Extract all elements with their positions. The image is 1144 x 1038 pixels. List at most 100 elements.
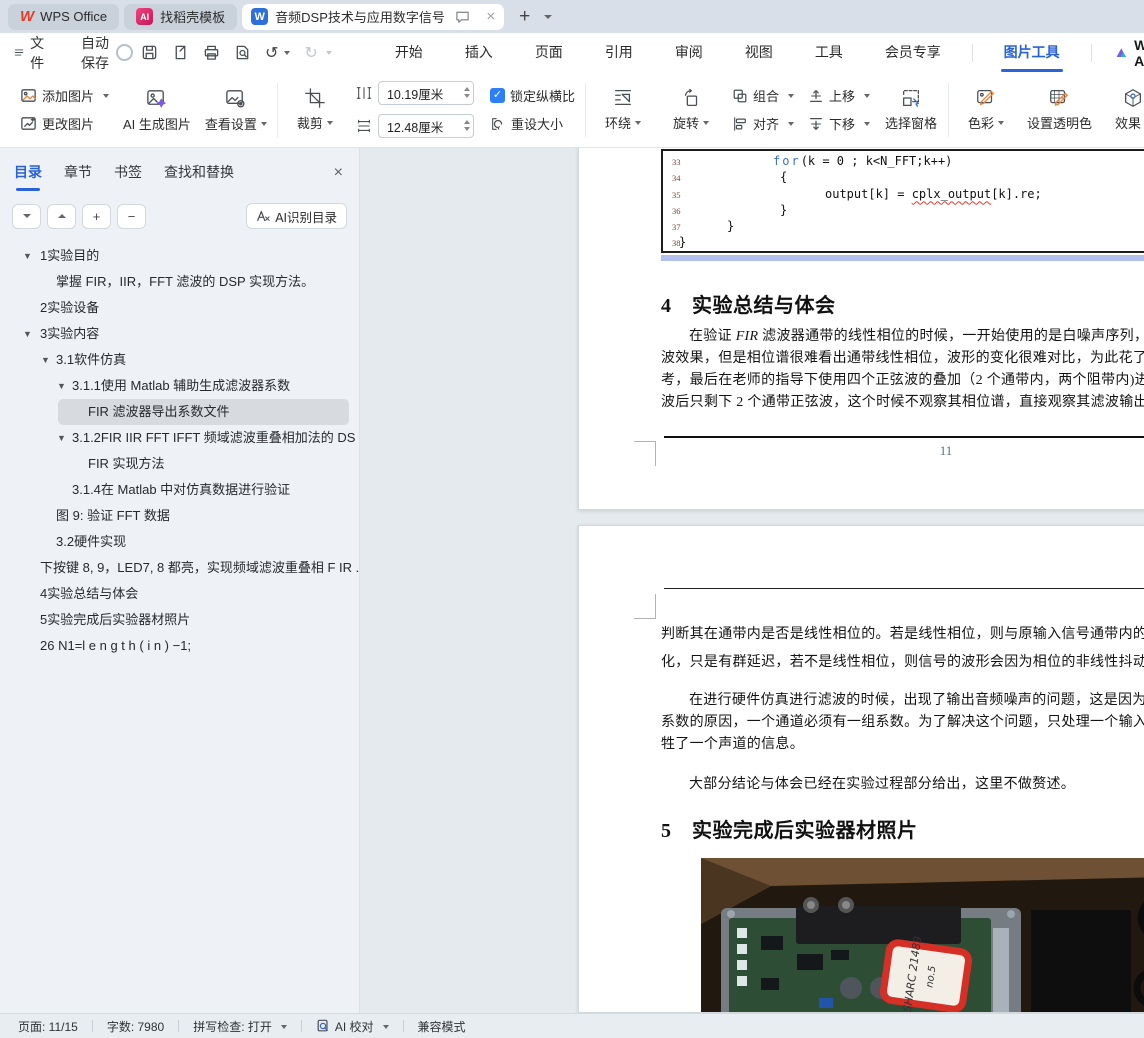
- sidebar-tab-find-replace[interactable]: 查找和替换: [164, 162, 234, 191]
- export-icon[interactable]: [172, 44, 189, 61]
- toc-item[interactable]: 4实验总结与体会: [0, 581, 359, 607]
- sidebar-tab-chapters[interactable]: 章节: [64, 162, 92, 191]
- undo-dropdown-icon[interactable]: [284, 51, 291, 58]
- page-indicator[interactable]: 页面: 11/15: [18, 1018, 78, 1035]
- paragraph-line: 考，最后在老师的指导下使用四个正弦波的叠加（2 个通带内，两个阻带内)进行仿: [661, 373, 1144, 388]
- toc-item[interactable]: 图 9: 验证 FFT 数据: [0, 503, 359, 529]
- file-menu-button[interactable]: 文件: [14, 33, 49, 73]
- spell-check-dropdown-icon: [280, 1024, 287, 1032]
- menu-tools[interactable]: 工具: [794, 33, 864, 72]
- comment-bubble-icon[interactable]: [455, 9, 470, 24]
- toc-item[interactable]: 3.1.4在 Matlab 中对仿真数据进行验证: [0, 477, 359, 503]
- align-icon: [734, 116, 746, 131]
- align-button[interactable]: 对齐: [732, 114, 794, 133]
- width-stepper[interactable]: [463, 116, 476, 136]
- menu-picture-tools[interactable]: 图片工具: [983, 33, 1081, 72]
- view-settings-button[interactable]: 查看设置: [205, 87, 267, 133]
- ai-recognize-toc-button[interactable]: AI识别目录: [246, 203, 347, 229]
- toc-item[interactable]: ▼ 3.1.2FIR IIR FFT IFFT 频域滤波重叠相加法的 DS ...: [0, 425, 359, 451]
- paragraph-line: 系数的原因，一个通道必须有一组系数。为了解决这个问题，只处理一个输入声道，将结: [661, 715, 1144, 730]
- toc-item[interactable]: ▼ 3实验内容: [0, 321, 359, 347]
- tab-list-dropdown-icon[interactable]: [544, 14, 553, 23]
- toc-item[interactable]: FIR 实现方法: [0, 451, 359, 477]
- group-divider: [584, 82, 586, 137]
- new-tab-button[interactable]: +: [519, 6, 530, 28]
- toc-item-selected[interactable]: FIR 滤波器导出系数文件: [58, 399, 349, 425]
- toc-collapse-button[interactable]: [47, 203, 76, 229]
- collapse-triangle-icon[interactable]: ▼: [23, 321, 32, 347]
- document-canvas[interactable]: 33 for(k = 0 ; k<N_FFT;k++) 34{ 35 output[…: [360, 148, 1144, 1013]
- toc-item[interactable]: 26 N1=l e n g t h ( i n ) −1;: [0, 633, 359, 659]
- tab-docer[interactable]: AI 找稻壳模板: [124, 3, 238, 30]
- word-count[interactable]: 字数: 7980: [107, 1018, 164, 1035]
- menu-member[interactable]: 会员专享: [864, 33, 962, 72]
- equipment-photo[interactable]: SHARC 21489 no.5: [701, 858, 1144, 1013]
- code-image[interactable]: 33 for(k = 0 ; k<N_FFT;k++) 34{ 35 output[…: [661, 149, 1144, 253]
- menu-reference[interactable]: 引用: [584, 33, 654, 72]
- lock-aspect-checkbox[interactable]: ✓ 锁定纵横比: [489, 86, 575, 105]
- menu-wps-ai[interactable]: WPS AI: [1101, 37, 1144, 69]
- redo-dropdown-icon[interactable]: [325, 51, 332, 58]
- document-page-12[interactable]: 判断其在通带内是否是线性相位的。若是线性相位，则与原输入信号通带内的信号对比 化…: [578, 525, 1144, 1013]
- menu-insert[interactable]: 插入: [444, 33, 514, 72]
- tab-wps-home[interactable]: W WPS Office: [8, 3, 120, 30]
- wrap-button[interactable]: 环绕: [596, 87, 650, 132]
- ai-generate-picture-button[interactable]: AI 生成图片: [123, 87, 191, 133]
- color-button[interactable]: 色彩: [959, 87, 1013, 132]
- selection-pane-icon: [903, 90, 919, 107]
- toc-item[interactable]: ▼ 3.1.1使用 Matlab 辅助生成滤波器系数: [0, 373, 359, 399]
- toc-item[interactable]: 掌握 FIR，IIR，FFT 滤波的 DSP 实现方法。: [0, 269, 359, 295]
- toc-item[interactable]: 3.2硬件实现: [0, 529, 359, 555]
- group-divider: [276, 82, 278, 137]
- menu-page[interactable]: 页面: [514, 33, 584, 72]
- toc-zoom-out-button[interactable]: −: [117, 203, 146, 229]
- group-objects-button[interactable]: 组合: [732, 86, 794, 105]
- menu-start[interactable]: 开始: [374, 33, 444, 72]
- tab-document-active[interactable]: W 音频DSP技术与应用数字信号… ×: [242, 3, 505, 30]
- set-transparent-color-button[interactable]: 设置透明色: [1027, 87, 1092, 132]
- undo-icon[interactable]: ↺: [265, 43, 278, 63]
- add-picture-button[interactable]: 添加图片: [20, 86, 110, 105]
- collapse-triangle-icon[interactable]: ▼: [23, 243, 32, 269]
- divider: [300, 1020, 302, 1032]
- toc-item[interactable]: 5实验完成后实验器材照片: [0, 607, 359, 633]
- save-icon[interactable]: [141, 44, 158, 61]
- page-number: 11: [939, 443, 953, 458]
- rotate-button[interactable]: 旋转: [664, 87, 718, 132]
- collapse-triangle-icon[interactable]: ▼: [57, 425, 66, 451]
- ai-proofread-control[interactable]: AI 校对: [316, 1018, 389, 1035]
- menu-view[interactable]: 视图: [724, 33, 794, 72]
- spell-check-control[interactable]: 拼写检查: 打开: [193, 1018, 287, 1035]
- height-input[interactable]: [377, 81, 474, 105]
- send-backward-button[interactable]: 下移: [808, 114, 870, 133]
- close-tab-icon[interactable]: ×: [486, 8, 495, 25]
- toc-expand-button[interactable]: [12, 203, 41, 229]
- width-input[interactable]: [377, 114, 474, 138]
- sidebar-tab-bookmarks[interactable]: 书签: [114, 162, 142, 191]
- autosave-toggle[interactable]: [116, 44, 133, 61]
- toc-item[interactable]: 下按键 8, 9，LED7, 8 都亮，实现频域滤波重叠相 F IR ...: [0, 555, 359, 581]
- word-doc-icon: W: [251, 8, 269, 25]
- sidebar-close-icon[interactable]: ×: [334, 164, 343, 190]
- collapse-triangle-icon[interactable]: ▼: [57, 373, 66, 399]
- selection-pane-button[interactable]: 选择窗格: [884, 87, 938, 132]
- reset-size-button[interactable]: 重设大小: [490, 114, 575, 133]
- crop-button[interactable]: 裁剪: [288, 87, 342, 132]
- menu-review[interactable]: 审阅: [654, 33, 724, 72]
- toc-item[interactable]: ▼ 1实验目的: [0, 243, 359, 269]
- height-stepper[interactable]: [463, 83, 476, 103]
- paragraph-line: 大部分结论与体会已经在实验过程部分给出，这里不做赘述。: [689, 777, 1076, 792]
- toc-zoom-in-button[interactable]: +: [82, 203, 111, 229]
- change-picture-button[interactable]: 更改图片: [20, 114, 109, 133]
- effects-button[interactable]: 效果: [1106, 87, 1144, 132]
- ai-generate-picture-icon: [147, 89, 167, 107]
- redo-icon[interactable]: ↻: [304, 43, 317, 63]
- sidebar-tab-contents[interactable]: 目录: [14, 162, 42, 191]
- toc-item[interactable]: ▼ 3.1软件仿真: [0, 347, 359, 373]
- collapse-triangle-icon[interactable]: ▼: [41, 347, 50, 373]
- print-preview-icon[interactable]: [234, 44, 251, 61]
- document-page-11[interactable]: 33 for(k = 0 ; k<N_FFT;k++) 34{ 35 output[…: [578, 148, 1144, 510]
- bring-forward-button[interactable]: 上移: [808, 86, 870, 105]
- toc-item[interactable]: 2实验设备: [0, 295, 359, 321]
- print-icon[interactable]: [203, 44, 220, 61]
